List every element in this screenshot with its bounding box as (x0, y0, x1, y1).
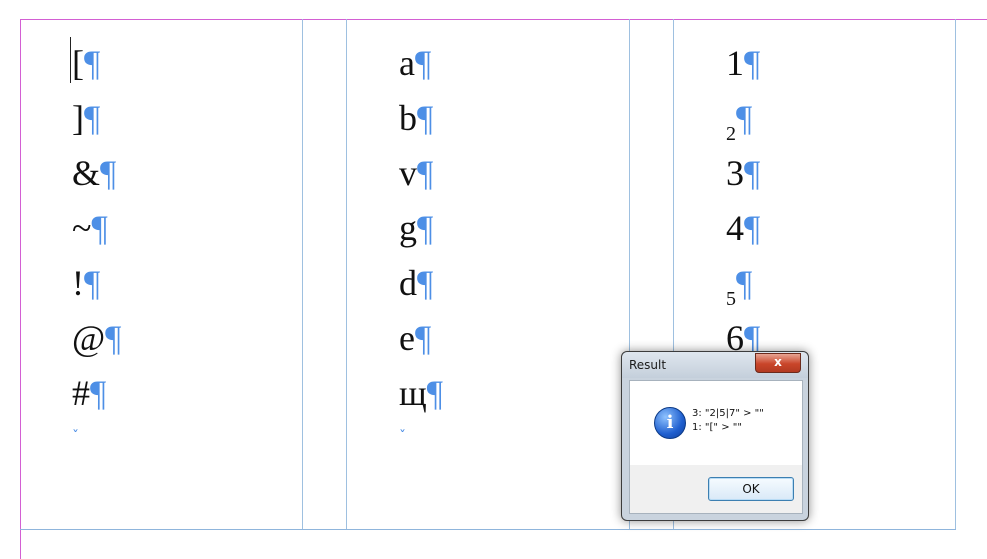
dialog-footer: OK (629, 465, 803, 514)
paragraph[interactable]: 5¶ (726, 256, 946, 311)
paragraph[interactable]: ~¶ (72, 201, 292, 256)
pilcrow-mark: ¶ (426, 373, 444, 413)
pilcrow-mark: ¶ (417, 98, 434, 138)
pilcrow-mark: ¶ (84, 98, 101, 138)
close-button[interactable]: x (755, 353, 801, 373)
pilcrow-mark: ¶ (84, 263, 101, 303)
paragraph-text: e (399, 318, 415, 358)
paragraph[interactable]: a¶ (399, 36, 619, 91)
paragraph-text: 4 (726, 208, 744, 248)
pilcrow-mark: ¶ (105, 318, 122, 358)
paragraph[interactable]: #¶ (72, 366, 292, 421)
column-guide-2 (346, 19, 347, 529)
paragraph[interactable]: b¶ (399, 91, 619, 146)
paragraph-text: [ (72, 43, 84, 83)
pilcrow-mark: ¶ (744, 208, 761, 248)
paragraph-text: 1 (726, 43, 744, 83)
pilcrow-mark: ¶ (744, 153, 761, 193)
column-guide-5 (955, 19, 956, 529)
paragraph-text: b (399, 98, 417, 138)
paragraph[interactable]: 4¶ (726, 201, 946, 256)
paragraph[interactable]: щ¶ (399, 366, 619, 421)
dialog-title: Result (629, 358, 667, 372)
paragraph[interactable]: &¶ (72, 146, 292, 201)
pilcrow-mark: ¶ (100, 153, 117, 193)
paragraph-text: щ (399, 373, 427, 413)
pilcrow-mark: ¶ (736, 98, 753, 138)
paragraph[interactable]: g¶ (399, 201, 619, 256)
close-icon: x (774, 355, 782, 369)
end-of-story-mark: ˇ (72, 429, 79, 445)
paragraph-text: & (72, 153, 101, 193)
pilcrow-mark: ¶ (91, 208, 108, 248)
left-margin-guide (20, 19, 21, 559)
pilcrow-mark: ¶ (417, 208, 434, 248)
pilcrow-mark: ¶ (414, 43, 432, 83)
info-icon: i (654, 407, 686, 439)
paragraph-text: ] (72, 98, 84, 138)
paragraph[interactable]: 3¶ (726, 146, 946, 201)
paragraph-text: d (399, 263, 417, 303)
pilcrow-mark: ¶ (744, 43, 761, 83)
dialog-titlebar[interactable]: Result x (622, 352, 808, 378)
paragraph[interactable]: d¶ (399, 256, 619, 311)
paragraph-text: ! (72, 263, 84, 303)
pilcrow-mark: ¶ (417, 153, 434, 193)
pilcrow-mark: ¶ (90, 373, 107, 413)
result-dialog: Result x i 3: "2|5|7" > "" 1: "[" > "" O… (621, 351, 809, 521)
paragraph-text: @ (72, 318, 106, 358)
column-guide-1 (302, 19, 303, 529)
dialog-body: i 3: "2|5|7" > "" 1: "[" > "" (629, 380, 803, 465)
end-of-story-mark: ˇ (399, 429, 406, 445)
text-column-2[interactable]: a¶ b¶ v¶ g¶ d¶ e¶ щ¶ ˇ (399, 36, 619, 447)
paragraph[interactable]: 1¶ (726, 36, 946, 91)
top-margin-guide (20, 19, 987, 20)
pilcrow-mark: ¶ (84, 43, 101, 83)
pilcrow-mark: ¶ (417, 263, 434, 303)
paragraph-text: 5 (726, 288, 736, 310)
paragraph-text: v (399, 153, 417, 193)
pilcrow-mark: ¶ (736, 263, 753, 303)
paragraph[interactable]: v¶ (399, 146, 619, 201)
paragraph-text: ~ (72, 208, 92, 248)
paragraph[interactable]: @¶ (72, 311, 292, 366)
ok-button[interactable]: OK (708, 477, 794, 501)
paragraph-text: 2 (726, 123, 736, 145)
pilcrow-mark: ¶ (414, 318, 432, 358)
text-column-1[interactable]: [¶]¶ &¶ ~¶ !¶ @¶ #¶ ˇ (72, 36, 292, 447)
text-column-3[interactable]: 1¶ 2¶ 3¶ 4¶ 5¶ 6¶ (726, 36, 946, 366)
paragraph[interactable]: ]¶ (72, 91, 292, 146)
paragraph-text: # (72, 373, 90, 413)
text-cursor (70, 37, 71, 83)
bottom-margin-guide (20, 529, 956, 530)
paragraph[interactable]: !¶ (72, 256, 292, 311)
paragraph-text: g (399, 208, 417, 248)
paragraph-text: 3 (726, 153, 744, 193)
paragraph[interactable]: e¶ (399, 311, 619, 366)
paragraph[interactable]: 2¶ (726, 91, 946, 146)
paragraph[interactable]: [¶ (72, 36, 292, 91)
message-line-1: 3: "2|5|7" > "" (692, 408, 764, 419)
message-line-2: 1: "[" > "" (692, 422, 742, 433)
document-page: [¶]¶ &¶ ~¶ !¶ @¶ #¶ ˇ a¶ b¶ v¶ g¶ d¶ e¶ щ¶ ˇ 1¶ 2¶ 3¶ 4¶… (0, 0, 987, 559)
paragraph-text: a (399, 43, 415, 83)
